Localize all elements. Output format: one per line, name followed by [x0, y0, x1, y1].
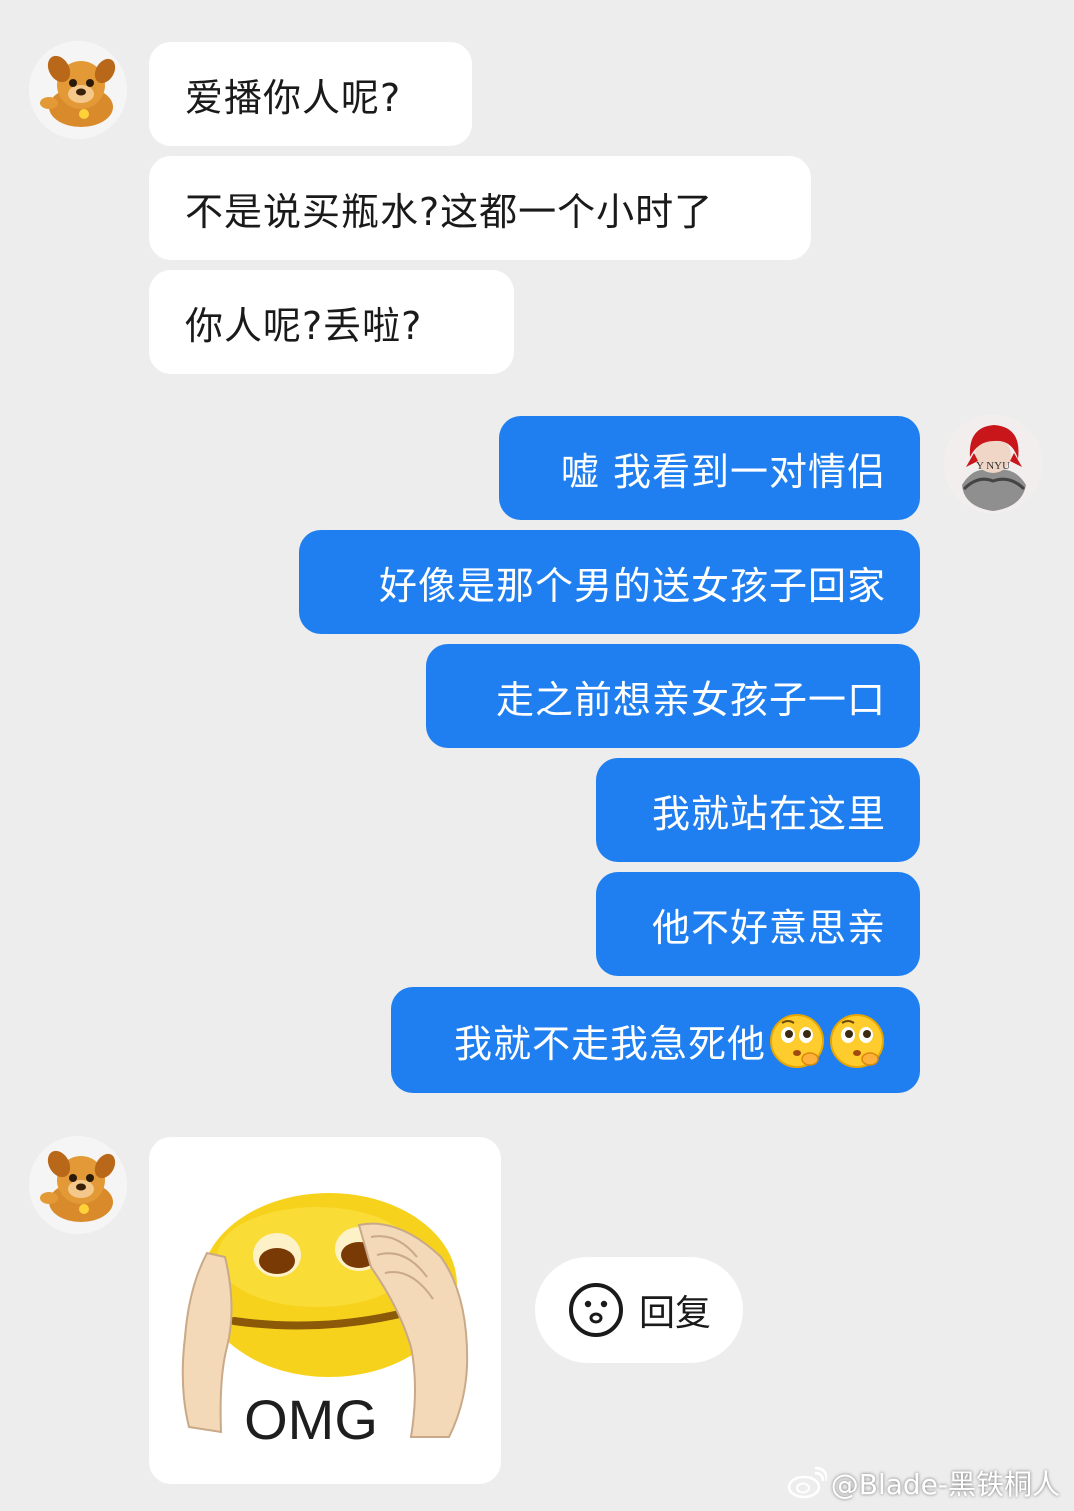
thinking-face-emoji-icon [768, 1011, 826, 1069]
weibo-logo-icon [787, 1467, 827, 1499]
message-text: 走之前想亲女孩子一口 [495, 677, 886, 722]
message-text: 你人呢?丢啦? [185, 303, 423, 348]
message-text: 我就站在这里 [651, 791, 886, 836]
outgoing-message[interactable]: 我就不走我急死他 [391, 987, 920, 1093]
reply-button[interactable]: 回复 [535, 1257, 743, 1363]
message-text: 我就不走我急死他 [453, 1021, 766, 1066]
outgoing-message[interactable]: 走之前想亲女孩子一口 [426, 644, 920, 748]
message-text: 好像是那个男的送女孩子回家 [378, 563, 886, 608]
incoming-message[interactable]: 爱播你人呢? [149, 42, 472, 146]
outgoing-message[interactable]: 好像是那个男的送女孩子回家 [299, 530, 920, 634]
message-text: 爱播你人呢? [185, 75, 402, 120]
outgoing-message[interactable]: 我就站在这里 [596, 758, 920, 862]
watermark-text: @Blade-黑铁桐人 [830, 1468, 1060, 1501]
incoming-message[interactable]: 不是说买瓶水?这都一个小时了 [149, 156, 811, 260]
outgoing-message[interactable]: 他不好意思亲 [596, 872, 920, 976]
red-hair-anime-avatar-icon: Y NYU [944, 415, 1042, 513]
smiley-face-icon [569, 1283, 623, 1337]
outgoing-message[interactable]: 嘘 我看到一对情侣 [499, 416, 920, 520]
watermark: @Blade-黑铁桐人 [787, 1463, 1060, 1503]
cartoon-dog-avatar-icon [29, 1136, 127, 1234]
reply-label: 回复 [639, 1293, 712, 1334]
sticker-text: OMG [244, 1388, 378, 1451]
sticker-message[interactable]: OMG [149, 1137, 501, 1484]
avatar-text: Y NYU [976, 460, 1010, 472]
my-avatar[interactable]: Y NYU [944, 415, 1042, 513]
message-text: 不是说买瓶水?这都一个小时了 [185, 189, 714, 234]
contact-avatar[interactable] [29, 41, 127, 139]
omg-face-sticker-icon: OMG [181, 1193, 469, 1451]
incoming-message[interactable]: 你人呢?丢啦? [149, 270, 514, 374]
message-text: 他不好意思亲 [651, 905, 886, 950]
cartoon-dog-avatar-icon [29, 41, 127, 139]
contact-avatar[interactable] [29, 1136, 127, 1234]
thinking-face-emoji-icon [828, 1011, 886, 1069]
message-text: 嘘 我看到一对情侣 [560, 449, 886, 494]
